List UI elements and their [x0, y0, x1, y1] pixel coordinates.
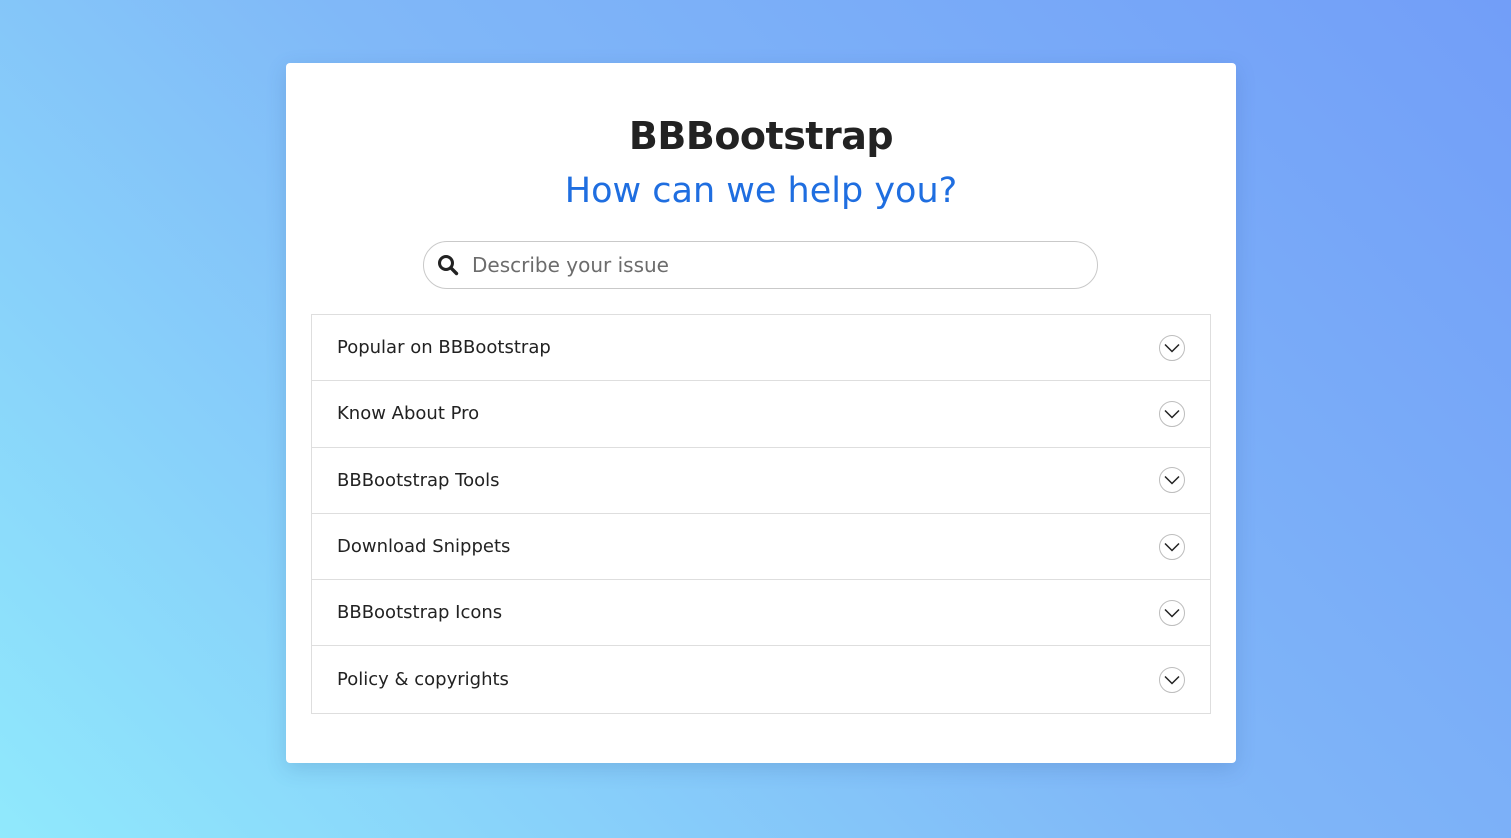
chevron-down-icon[interactable] — [1159, 467, 1185, 494]
chevron-down-icon[interactable] — [1159, 400, 1185, 427]
accordion-item-label: Popular on BBBootstrap — [337, 337, 551, 359]
chevron-down-icon[interactable] — [1159, 666, 1185, 693]
accordion-item-tools[interactable]: BBBootstrap Tools — [312, 448, 1210, 514]
brand-title: BBBootstrap — [628, 114, 894, 158]
accordion-item-label: Policy & copyrights — [337, 669, 509, 691]
search-input[interactable] — [472, 253, 1072, 277]
accordion-item-label: BBBootstrap Tools — [337, 469, 500, 491]
accordion-item-policy[interactable]: Policy & copyrights — [312, 646, 1210, 712]
chevron-down-icon[interactable] — [1159, 533, 1185, 560]
chevron-down-icon[interactable] — [1159, 599, 1185, 626]
accordion-item-label: Download Snippets — [337, 536, 511, 558]
accordion-item-icons[interactable]: BBBootstrap Icons — [312, 580, 1210, 647]
search-box[interactable] — [423, 241, 1098, 289]
accordion-item-label: Know About Pro — [337, 403, 480, 425]
page-subtitle: How can we help you? — [564, 171, 958, 211]
faq-accordion: Popular on BBBootstrap Know About Pro BB… — [311, 314, 1211, 714]
accordion-item-pro[interactable]: Know About Pro — [312, 381, 1210, 448]
search-icon — [436, 253, 460, 277]
accordion-item-snippets[interactable]: Download Snippets — [312, 514, 1210, 581]
help-card: BBBootstrap How can we help you? Popular… — [286, 63, 1236, 763]
accordion-item-popular[interactable]: Popular on BBBootstrap — [312, 315, 1210, 382]
accordion-item-label: BBBootstrap Icons — [337, 602, 503, 624]
chevron-down-icon[interactable] — [1159, 334, 1185, 361]
